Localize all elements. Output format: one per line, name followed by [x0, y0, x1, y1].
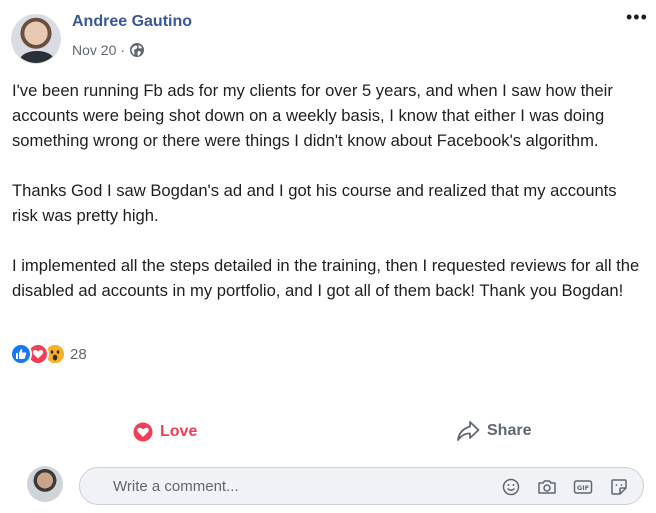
like-reaction-icon — [10, 343, 32, 365]
post-meta: Nov 20 · — [72, 42, 145, 58]
svg-text:GIF: GIF — [577, 484, 589, 492]
gif-icon[interactable]: GIF — [573, 477, 593, 497]
share-button[interactable]: Share — [456, 420, 531, 442]
post-date[interactable]: Nov 20 — [72, 42, 116, 58]
post-paragraph: I've been running Fb ads for my clients … — [12, 81, 613, 150]
sticker-icon[interactable] — [609, 477, 629, 497]
comment-tools: GIF — [501, 477, 629, 497]
love-label: Love — [160, 423, 198, 440]
facebook-post: Andree Gautino Nov 20 · ••• I've been ru… — [0, 0, 656, 513]
comment-input[interactable] — [113, 477, 473, 495]
meta-separator: · — [120, 42, 126, 58]
post-paragraph: I implemented all the steps detailed in … — [12, 256, 640, 300]
globe-icon[interactable] — [129, 42, 145, 58]
post-paragraph: Thanks God I saw Bogdan's ad and I got h… — [12, 181, 617, 225]
post-body: I've been running Fb ads for my clients … — [12, 78, 644, 328]
comment-box[interactable]: GIF — [79, 467, 644, 505]
love-button[interactable]: Love — [133, 422, 197, 442]
author-avatar[interactable] — [11, 14, 61, 64]
author-name[interactable]: Andree Gautino — [72, 13, 192, 31]
share-icon — [457, 421, 480, 441]
reactions-summary[interactable]: 28 — [10, 343, 87, 365]
emoji-icon[interactable] — [501, 477, 521, 497]
love-icon — [133, 422, 153, 442]
current-user-avatar[interactable] — [27, 466, 63, 502]
share-label: Share — [487, 422, 532, 439]
reaction-count: 28 — [70, 345, 87, 363]
camera-icon[interactable] — [537, 477, 557, 497]
more-options-button[interactable]: ••• — [626, 8, 648, 26]
post-actions: Love Share — [0, 412, 656, 456]
